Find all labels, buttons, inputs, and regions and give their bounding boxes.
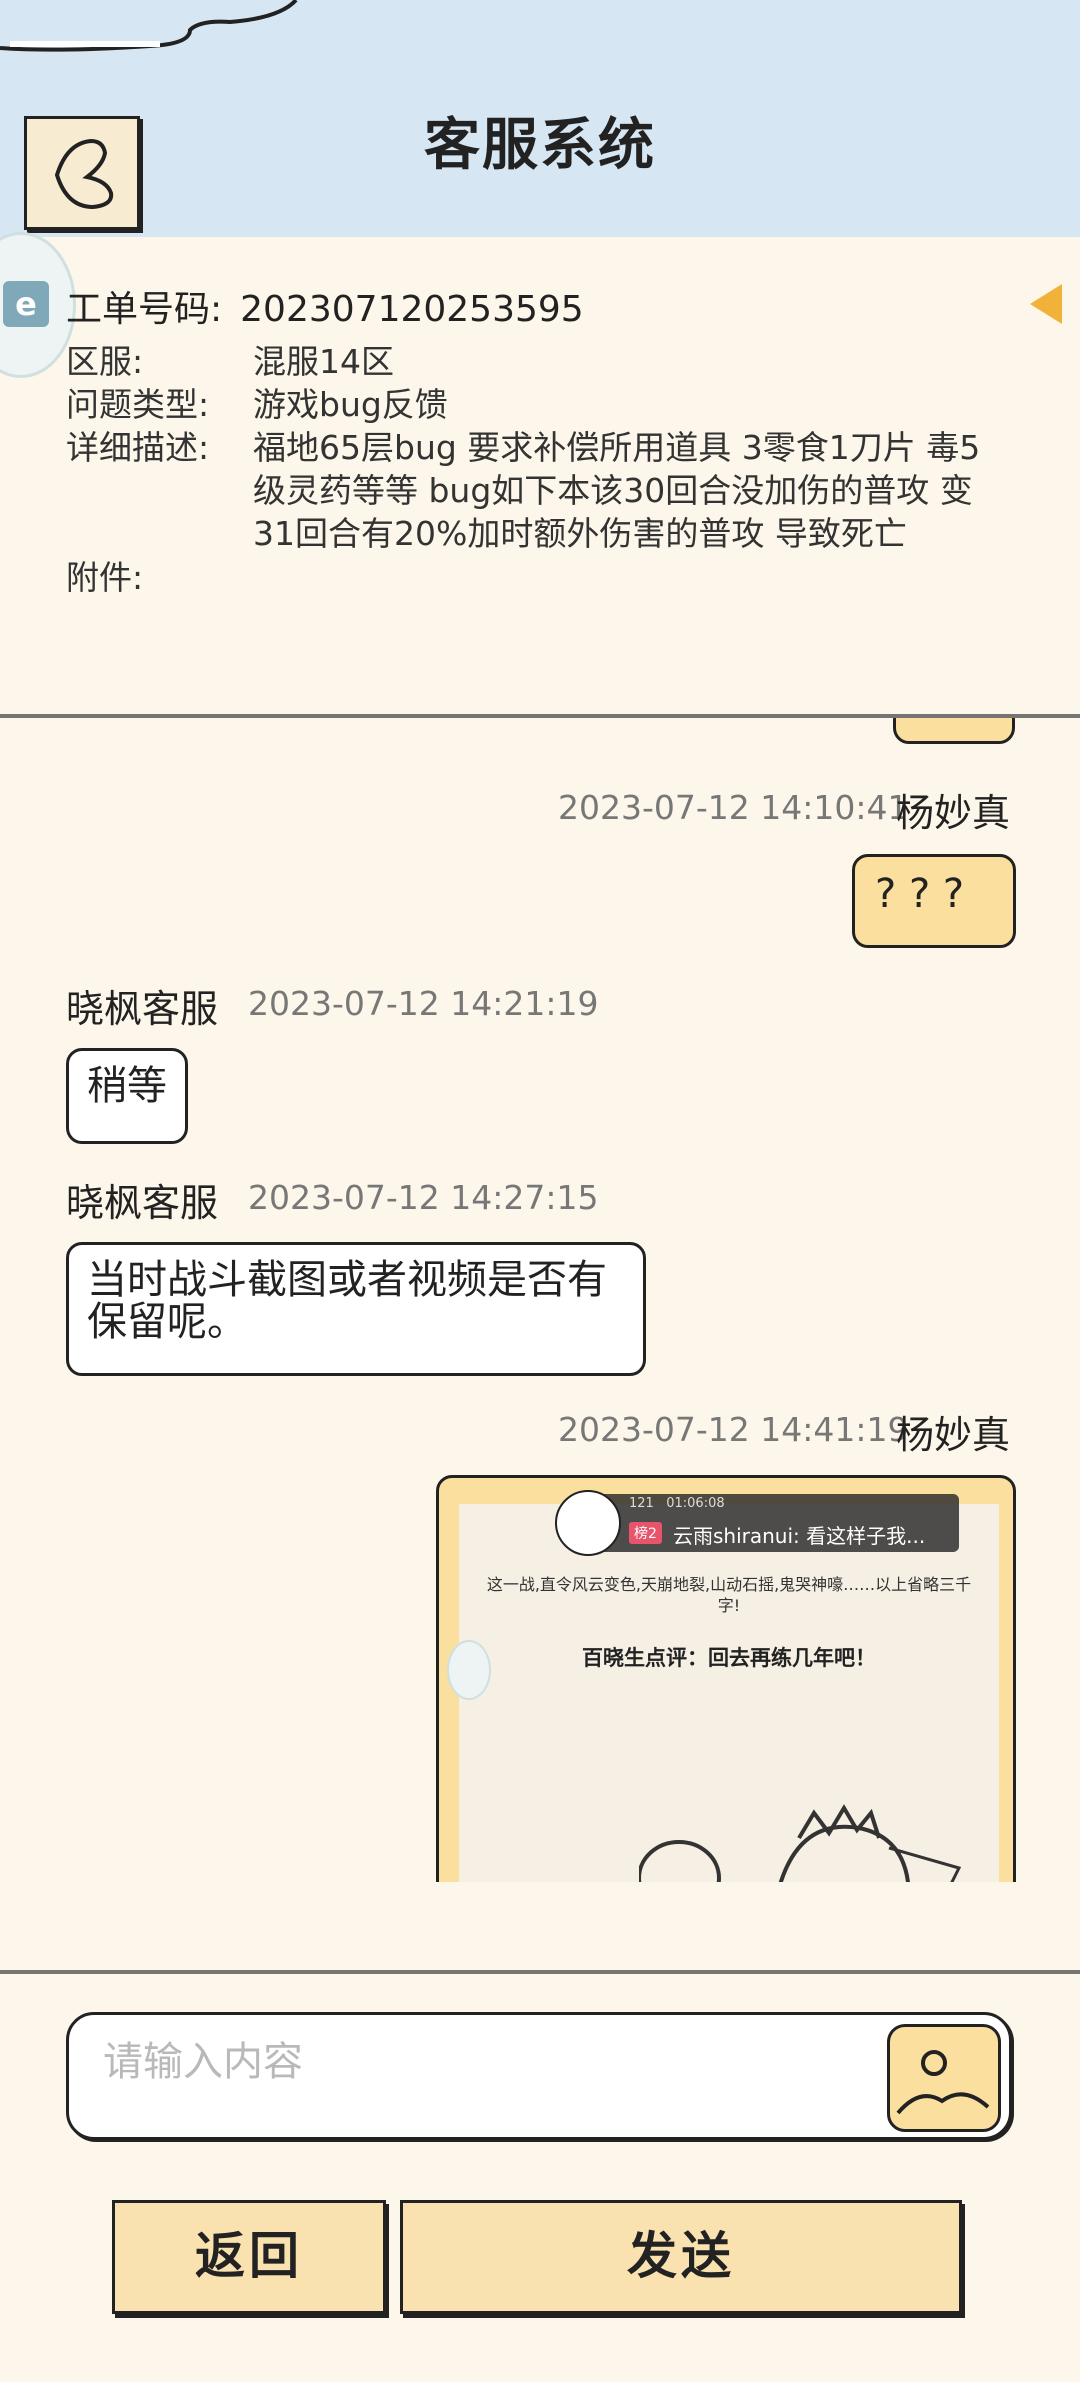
header-bar: 客服系统	[0, 0, 1080, 237]
divider-bottom	[0, 1970, 1080, 1974]
message-sender: 晓枫客服	[66, 987, 219, 1031]
server-label: 区服:	[66, 342, 144, 381]
message-sender: 杨妙真	[896, 1413, 1011, 1457]
cloud-swirl-decoration	[0, 0, 298, 52]
message-sender: 杨妙真	[896, 791, 1011, 835]
logo-icon: e	[3, 281, 49, 327]
avatar	[555, 1490, 621, 1556]
message-input[interactable]: 请输入内容	[66, 2012, 1012, 2140]
issue-type-label: 问题类型:	[66, 385, 210, 424]
description-label: 详细描述:	[66, 428, 210, 467]
image-icon	[896, 2050, 990, 2115]
page-title: 客服系统	[424, 113, 656, 178]
return-button[interactable]: 返回	[112, 2200, 386, 2314]
rank-badge: 榜2	[629, 1522, 662, 1544]
issue-type-row: 问题类型: 游戏bug反馈	[66, 383, 1013, 426]
message-bubble: 稍等	[66, 1048, 188, 1144]
character-illustration	[639, 1804, 962, 1882]
message-time: 2023-07-12 14:27:15	[248, 1178, 599, 1217]
message-bubble: 当时战斗截图或者视频是否有保留呢。	[66, 1242, 646, 1376]
side-float-badge[interactable]: e	[0, 232, 76, 378]
description-value: 福地65层bug 要求补偿所用道具 3零食1刀片 毒5级灵药等等 bug如下本该…	[253, 428, 981, 553]
order-number-value: 202307120253595	[240, 289, 584, 330]
battle-story-text: 这一战,直令风云变色,天崩地裂,山动石摇,鬼哭神嚎……以上省略三千字!	[486, 1575, 972, 1615]
message-time: 2023-07-12 14:41:19	[558, 1410, 909, 1449]
server-value: 混服14区	[253, 342, 394, 381]
message-time: 2023-07-12 14:21:19	[248, 984, 599, 1023]
collapse-arrow-icon[interactable]	[1030, 284, 1062, 324]
attachment-row: 附件:	[66, 556, 253, 599]
live-duration: 01:06:08	[666, 1496, 725, 1511]
review-text: 百晓生点评：回去再练几年吧！	[582, 1646, 876, 1670]
danmaku-text: 云雨shiranui: 看这样子我...	[673, 1524, 926, 1548]
image-upload-button[interactable]	[887, 2024, 1001, 2132]
description-row: 详细描述: 福地65层bug 要求补偿所用道具 3零食1刀片 毒5级灵药等等 bu…	[66, 426, 1013, 555]
order-number-row: 工单号码: 202307120253595	[66, 280, 584, 332]
issue-type-value: 游戏bug反馈	[253, 385, 448, 424]
message-time: 2023-07-12 14:10:41	[558, 788, 909, 827]
chat-scroll-area[interactable]: 2023-07-12 14:10:41 杨妙真 ? ? ? 晓枫客服 2023-…	[0, 718, 1080, 1882]
input-placeholder: 请输入内容	[103, 2039, 303, 2085]
attachment-label: 附件:	[66, 558, 144, 597]
send-button[interactable]: 发送	[400, 2200, 962, 2314]
message-sender: 晓枫客服	[66, 1181, 219, 1225]
order-number-label: 工单号码:	[66, 289, 223, 330]
live-stats: 121 01:06:08	[629, 1496, 725, 1511]
previous-message-bubble	[893, 718, 1015, 744]
server-row: 区服: 混服14区	[66, 340, 1013, 383]
message-bubble: ? ? ?	[852, 854, 1016, 948]
likes-count: 121	[629, 1496, 654, 1511]
live-danmaku-overlay: 121 01:06:08 榜2 云雨shiranui: 看这样子我...	[555, 1490, 959, 1556]
attached-screenshot-image[interactable]: 121 01:06:08 榜2 云雨shiranui: 看这样子我... 这一战…	[436, 1475, 1016, 1882]
